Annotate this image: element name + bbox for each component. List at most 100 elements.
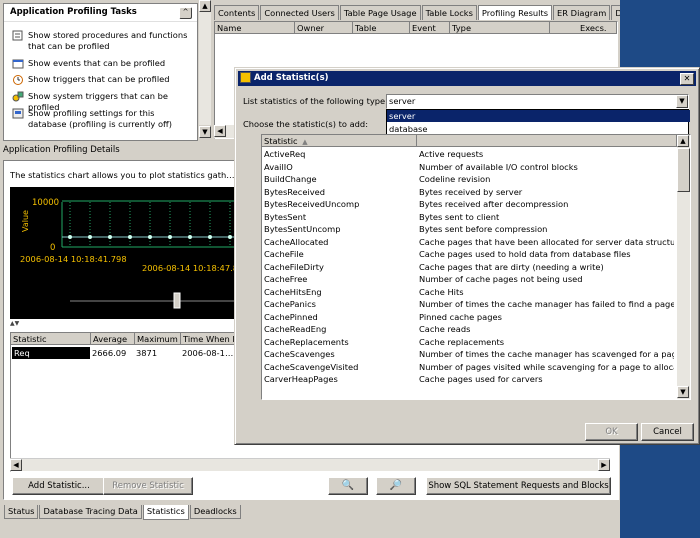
statistic-name: CarverHeapPages — [264, 374, 338, 384]
scroll-down-icon[interactable]: ▼ — [677, 386, 689, 398]
list-item[interactable]: CacheReplacements Cache replacements — [262, 336, 676, 349]
list-item[interactable]: CacheScavenges Number of times the cache … — [262, 348, 676, 361]
tab-connected-users[interactable]: Connected Users — [260, 5, 339, 20]
tasks-panel: Application Profiling Tasks ^ Show store… — [3, 3, 198, 141]
chart-time-slider-thumb[interactable] — [173, 292, 181, 309]
close-icon[interactable]: ✕ — [680, 73, 694, 85]
chevron-down-icon[interactable]: ▼ — [676, 95, 688, 108]
statistic-description: Cache pages that are dirty (needing a wr… — [419, 261, 604, 272]
statistic-description: Pinned cache pages — [419, 311, 502, 322]
col-type[interactable]: Type — [450, 22, 550, 34]
dropdown-option-server[interactable]: server — [387, 110, 690, 122]
dialog-titlebar[interactable]: Add Statistic(s) ✕ — [238, 71, 696, 86]
cancel-button[interactable]: Cancel — [641, 423, 694, 441]
table-row[interactable]: Req 2666.09 3871 2006-08-14 1 — [11, 347, 237, 359]
col-average[interactable]: Average — [91, 333, 135, 345]
chart-time-right: 2006-08-14 10:18:47.8 — [142, 263, 238, 273]
list-vscroll[interactable]: ▲ ▼ — [677, 135, 690, 399]
remove-statistic-button[interactable]: Remove Statistic — [103, 477, 193, 495]
tab-profiling-results[interactable]: Profiling Results — [477, 5, 553, 20]
statistic-description: Number of cache pages not being used — [419, 274, 583, 284]
tab-table-page-usage[interactable]: Table Page Usage — [339, 5, 421, 20]
scroll-up-icon[interactable]: ▲ — [677, 135, 689, 147]
scroll-left-icon[interactable]: ◀ — [214, 125, 226, 137]
list-item[interactable]: CacheAllocated Cache pages that have been… — [262, 236, 676, 249]
zoom-out-button[interactable]: 🔎 — [376, 477, 416, 495]
col-owner[interactable]: Owner — [295, 22, 353, 34]
col-statistic[interactable]: Statistic — [11, 333, 91, 345]
tab-deadlocks[interactable]: Deadlocks — [189, 505, 241, 519]
list-item[interactable]: BytesSent Bytes sent to client — [262, 211, 676, 224]
statistic-description: Bytes received by server — [419, 186, 523, 197]
events-icon — [12, 59, 24, 69]
scroll-thumb[interactable] — [677, 148, 690, 192]
list-item[interactable]: ActiveReq Active requests — [262, 148, 676, 161]
col-statistic-label: Statistic — [264, 136, 298, 146]
statistics-table: Statistic Average Maximum Time When M Re… — [10, 332, 238, 472]
tab-statistics[interactable]: Statistics — [142, 505, 189, 520]
task-item-settings[interactable]: Show profiling settings for this databas… — [12, 108, 194, 130]
list-item[interactable]: CacheFree Number of cache pages not being… — [262, 273, 676, 286]
collapse-icon[interactable]: ^ — [179, 7, 192, 19]
statistic-name: CacheReplacements — [264, 336, 349, 347]
task-item-triggers[interactable]: Show triggers that can be profiled — [12, 74, 194, 85]
scrollbar-track[interactable] — [199, 12, 211, 125]
list-item[interactable]: CachePinned Pinned cache pages — [262, 311, 676, 324]
list-item[interactable]: BytesReceived Bytes received by server — [262, 186, 676, 199]
list-item[interactable]: CacheFileDirty Cache pages that are dirty… — [262, 261, 676, 274]
statistic-description: Number of times the cache manager has fa… — [419, 299, 674, 309]
statistic-name: BytesSent — [264, 211, 307, 222]
cancel-label: Cancel — [653, 427, 682, 437]
task-item-procedures[interactable]: Show stored procedures and functions tha… — [12, 30, 194, 52]
statistic-name: BuildChange — [264, 174, 317, 184]
list-item[interactable]: CacheScavengeVisited Number of pages visi… — [262, 361, 676, 374]
col-statistic-description[interactable] — [417, 135, 677, 147]
statistic-description: Active requests — [419, 149, 484, 159]
statistic-description: Cache Hits — [419, 286, 464, 297]
tab-contents[interactable]: Contents — [214, 5, 260, 20]
chart-time-left: 2006-08-14 10:18:41.798 — [20, 254, 127, 264]
list-item[interactable]: BuildChange Codeline revision — [262, 173, 676, 186]
scroll-right-icon[interactable]: ▶ — [598, 459, 610, 471]
task-label: Show profiling settings for this databas… — [28, 108, 172, 129]
show-sql-button[interactable]: Show SQL Statement Requests and Blocks — [426, 477, 611, 495]
task-item-events[interactable]: Show events that can be profiled — [12, 58, 194, 69]
ok-button[interactable]: OK — [585, 423, 638, 441]
scroll-down-icon[interactable]: ▼ — [199, 126, 211, 138]
list-item[interactable]: CacheReadEng Cache reads — [262, 323, 676, 336]
statistic-description: Number of available I/O control blocks — [419, 161, 578, 172]
statistic-name: AvailIO — [264, 161, 293, 172]
col-name[interactable]: Name — [215, 22, 295, 34]
list-item[interactable]: CacheFile Cache pages used to hold data f… — [262, 248, 676, 261]
type-select[interactable]: server ▼ — [386, 94, 689, 109]
list-item[interactable]: BytesReceivedUncomp Bytes received after … — [262, 198, 676, 211]
stats-hscroll[interactable]: ◀ ▶ — [10, 458, 610, 471]
list-item[interactable]: AvailIO Number of available I/O control b… — [262, 161, 676, 174]
tab-er-diagram[interactable]: ER Diagram — [553, 5, 611, 20]
col-maximum[interactable]: Maximum — [135, 333, 181, 345]
list-item[interactable]: BytesSentUncomp Bytes sent before compres… — [262, 223, 676, 236]
scroll-left-icon[interactable]: ◀ — [10, 459, 22, 471]
list-item[interactable]: CacheHitsEng Cache Hits — [262, 286, 676, 299]
chart-y-axis-label: Value — [21, 210, 30, 232]
add-statistic-button[interactable]: Add Statistic... — [12, 477, 106, 495]
col-time-when-max[interactable]: Time When M — [181, 333, 237, 345]
col-table[interactable]: Table — [353, 22, 410, 34]
scroll-up-icon[interactable]: ▲ — [199, 0, 211, 12]
col-event[interactable]: Event — [410, 22, 450, 34]
vertical-splitter[interactable]: ▲ ▼ — [198, 0, 212, 141]
list-item[interactable]: CachePanics Number of times the cache man… — [262, 298, 676, 311]
tab-table-locks[interactable]: Table Locks — [421, 5, 477, 20]
statistic-name: CacheFile — [264, 249, 304, 259]
chart-splitter[interactable]: ▲▼ — [10, 320, 239, 327]
ok-label: OK — [605, 427, 618, 437]
zoom-in-button[interactable]: 🔍 — [328, 477, 368, 495]
tab-database-tracing-data[interactable]: Database Tracing Data — [39, 505, 142, 519]
tab-status[interactable]: Status — [4, 505, 39, 519]
col-statistic-name[interactable]: Statistic ▲ — [262, 135, 417, 147]
chart-point — [108, 235, 112, 239]
chart-point — [88, 235, 92, 239]
list-item[interactable]: CarverHeapPages Cache pages used for carv… — [262, 373, 676, 386]
col-execs[interactable]: Execs. — [550, 22, 617, 34]
chart-point — [128, 235, 132, 239]
